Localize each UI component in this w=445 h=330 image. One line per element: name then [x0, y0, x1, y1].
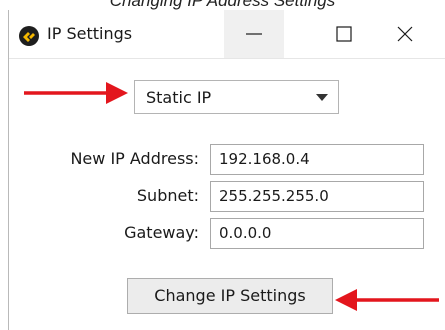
title-divider: [9, 58, 445, 59]
app-logo-icon: [19, 26, 39, 46]
close-icon: [397, 26, 413, 42]
window-title: IP Settings: [47, 24, 133, 43]
gateway-label: Gateway:: [124, 223, 199, 242]
maximize-icon: [336, 26, 352, 42]
gateway-input[interactable]: 0.0.0.0: [210, 218, 424, 249]
close-button[interactable]: [375, 10, 435, 58]
maximize-button[interactable]: [314, 10, 374, 58]
annotation-arrow-right: [335, 289, 439, 311]
minimize-button[interactable]: [224, 10, 284, 58]
ip-settings-window: IP Settings Static IP New IP Address: 19…: [8, 10, 445, 330]
title-bar[interactable]: IP Settings: [9, 10, 445, 58]
annotation-arrow-left: [24, 82, 128, 104]
ip-address-label: New IP Address:: [70, 149, 199, 168]
ip-mode-selected: Static IP: [146, 88, 212, 107]
ip-mode-dropdown[interactable]: Static IP: [134, 80, 339, 114]
change-ip-settings-button[interactable]: Change IP Settings: [127, 278, 333, 314]
ip-address-input[interactable]: 192.168.0.4: [210, 144, 424, 175]
subnet-label: Subnet:: [136, 186, 199, 205]
minimize-icon: [246, 33, 262, 35]
subnet-input[interactable]: 255.255.255.0: [210, 181, 424, 212]
chevron-down-icon: [316, 94, 328, 101]
